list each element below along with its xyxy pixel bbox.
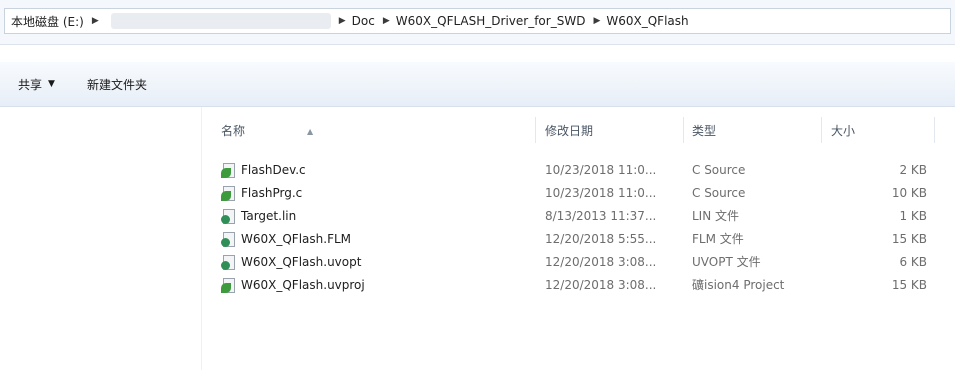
generic-file-icon [221, 208, 236, 225]
column-header-row: 名称 ▲ 修改日期 类型 大小 [201, 107, 955, 151]
file-size: 15 KB [891, 232, 927, 246]
column-date-label: 修改日期 [545, 124, 594, 138]
column-divider[interactable] [934, 117, 935, 143]
file-type: 礦ision4 Project [692, 278, 785, 292]
command-toolbar: 共享 ▼ 新建文件夹 [0, 62, 955, 107]
breadcrumb-redacted [110, 13, 331, 29]
breadcrumb-doc[interactable]: ▶ Doc [331, 14, 375, 28]
column-header-type[interactable]: 类型 [692, 121, 716, 141]
column-divider[interactable] [535, 117, 536, 143]
sort-ascending-icon: ▲ [307, 127, 314, 136]
breadcrumb-current-folder[interactable]: ▶ W60X_QFlash [585, 14, 688, 28]
breadcrumb-arrow-icon[interactable]: ▶ [339, 16, 346, 26]
file-name: Target.lin [241, 209, 297, 223]
column-size-label: 大小 [831, 124, 856, 138]
file-date: 12/20/2018 5:55... [545, 232, 657, 246]
share-label: 共享 [18, 77, 43, 92]
table-row[interactable]: FlashDev.c 10/23/2018 11:0... C Source 2… [201, 159, 955, 182]
column-header-name[interactable]: 名称 ▲ [221, 121, 521, 141]
file-size: 2 KB [899, 163, 927, 177]
breadcrumb-label: 本地磁盘 (E:) [11, 14, 84, 29]
table-row[interactable]: Target.lin 8/13/2013 11:37... LIN 文件 1 K… [201, 205, 955, 228]
table-row[interactable]: W60X_QFlash.FLM 12/20/2018 5:55... FLM 文… [201, 228, 955, 251]
breadcrumb-label: W60X_QFlash [606, 14, 689, 28]
generic-file-icon [221, 231, 236, 248]
table-row[interactable]: W60X_QFlash.uvopt 12/20/2018 3:08... UVO… [201, 251, 955, 274]
file-name-cell: FlashDev.c [221, 159, 306, 182]
breadcrumb-arrow-icon[interactable]: ▶ [383, 16, 390, 26]
file-date: 8/13/2013 11:37... [545, 209, 657, 223]
file-name-cell: FlashPrg.c [221, 182, 302, 205]
file-size: 6 KB [899, 255, 927, 269]
file-size: 10 KB [891, 186, 927, 200]
column-name-label: 名称 [221, 124, 246, 138]
file-type: FLM 文件 [692, 232, 744, 246]
file-type: C Source [692, 163, 746, 177]
table-row[interactable]: FlashPrg.c 10/23/2018 11:0... C Source 1… [201, 182, 955, 205]
generic-file-icon [221, 254, 236, 271]
column-divider[interactable] [683, 117, 684, 143]
file-name-cell: Target.lin [221, 205, 296, 228]
file-type: UVOPT 文件 [692, 255, 761, 269]
file-size: 15 KB [891, 278, 927, 292]
new-folder-button[interactable]: 新建文件夹 [71, 69, 163, 99]
file-name: FlashPrg.c [241, 186, 303, 200]
breadcrumb-label: W60X_QFLASH_Driver_for_SWD [395, 14, 586, 28]
file-rows: FlashDev.c 10/23/2018 11:0... C Source 2… [201, 159, 955, 297]
file-date: 12/20/2018 3:08... [545, 255, 657, 269]
file-date: 10/23/2018 11:0... [545, 186, 657, 200]
table-row[interactable]: W60X_QFlash.uvproj 12/20/2018 3:08... 礦i… [201, 274, 955, 297]
breadcrumb-arrow-icon[interactable]: ▶ [92, 16, 99, 26]
breadcrumb-arrow-icon[interactable]: ▶ [593, 16, 600, 26]
address-bar-region: 本地磁盘 (E:) ▶ ▶ Doc ▶ W60X_QFLASH_Driver_f… [0, 0, 955, 45]
file-list: 名称 ▲ 修改日期 类型 大小 FlashDev.c 10/23/2018 11… [201, 107, 955, 370]
file-name-cell: W60X_QFlash.uvopt [221, 251, 361, 274]
file-size: 1 KB [899, 209, 927, 223]
file-type: LIN 文件 [692, 209, 740, 223]
file-name: W60X_QFlash.FLM [241, 232, 352, 246]
column-header-date[interactable]: 修改日期 [545, 121, 593, 141]
file-name: FlashDev.c [241, 163, 306, 177]
column-header-size[interactable]: 大小 [831, 121, 855, 141]
file-date: 12/20/2018 3:08... [545, 278, 657, 292]
file-name: W60X_QFlash.uvopt [241, 255, 362, 269]
file-name-cell: W60X_QFlash.FLM [221, 228, 351, 251]
breadcrumb-label: Doc [351, 14, 375, 28]
column-type-label: 类型 [692, 124, 717, 138]
navigation-pane[interactable] [0, 107, 202, 370]
file-type: C Source [692, 186, 746, 200]
column-divider[interactable] [821, 117, 822, 143]
file-date: 10/23/2018 11:0... [545, 163, 657, 177]
file-name: W60X_QFlash.uvproj [241, 278, 365, 292]
new-folder-label: 新建文件夹 [86, 77, 147, 92]
breadcrumb-driver-folder[interactable]: ▶ W60X_QFLASH_Driver_for_SWD [375, 14, 586, 28]
breadcrumb-drive[interactable]: 本地磁盘 (E:) ▶ [11, 13, 105, 30]
dropdown-arrow-icon: ▼ [48, 79, 55, 89]
uvision-project-icon [221, 277, 236, 294]
c-source-file-icon [221, 185, 236, 202]
file-name-cell: W60X_QFlash.uvproj [221, 274, 365, 297]
address-bar[interactable]: 本地磁盘 (E:) ▶ ▶ Doc ▶ W60X_QFLASH_Driver_f… [4, 8, 951, 34]
share-button[interactable]: 共享 ▼ [0, 69, 71, 99]
c-source-file-icon [221, 162, 236, 179]
